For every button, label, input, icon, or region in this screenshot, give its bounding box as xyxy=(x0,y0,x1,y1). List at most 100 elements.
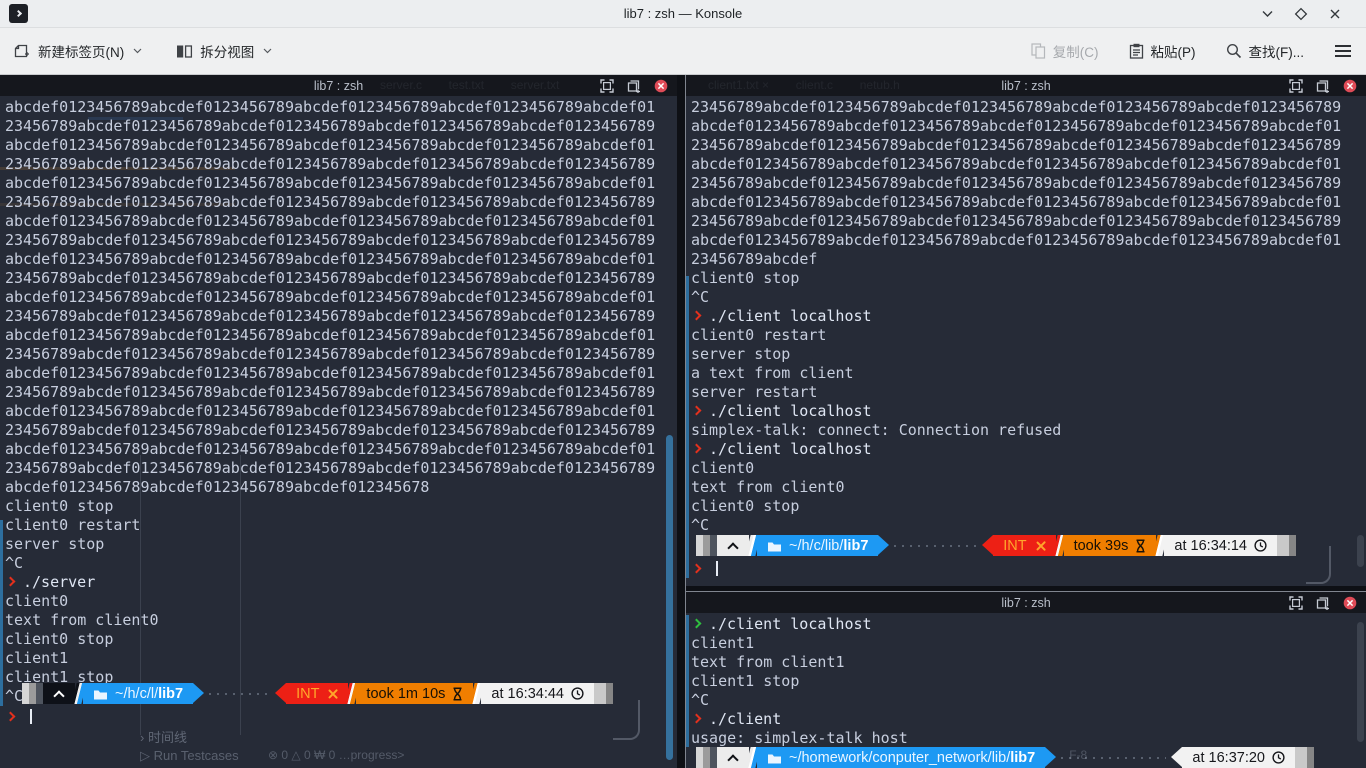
terminal-line: text from client0 xyxy=(691,478,1366,497)
text-cursor xyxy=(30,709,32,724)
copy-label: 复制(C) xyxy=(1053,41,1099,61)
prompt-time-segment: at 16:34:44 xyxy=(481,683,594,704)
terminal-line: abcdef0123456789abcdef0123456789abcdef01… xyxy=(5,288,677,307)
close-pane-icon[interactable] xyxy=(1343,79,1357,93)
detach-tab-icon[interactable] xyxy=(1316,79,1330,93)
right-column: client1.txt × client.c netub.h lib7 : zs… xyxy=(686,75,1366,768)
time-label: at 16:37:20 xyxy=(1192,750,1265,766)
terminal-pane-top-right[interactable]: client1.txt × client.c netub.h lib7 : zs… xyxy=(686,75,1366,586)
hourglass-icon xyxy=(1135,539,1146,553)
pane-title: lib7 : zsh xyxy=(314,79,363,93)
terminal-line: a text from client xyxy=(691,364,1366,383)
ide-ghost-run-testcases: ▷ Run Testcases xyxy=(140,748,239,764)
maximize-icon[interactable] xyxy=(1294,7,1308,21)
x-mark-icon xyxy=(328,689,338,699)
prompt-context-segment xyxy=(717,535,749,556)
prompt-duration-segment: took 1m 10s xyxy=(356,683,473,704)
terminal-line: ^C xyxy=(691,691,1366,710)
terminal-line: 23456789abcdef0123456789abcdef0123456789… xyxy=(5,421,677,440)
terminal-line: text from client0 xyxy=(5,611,677,630)
new-tab-button[interactable]: 新建标签页(N) xyxy=(14,41,142,61)
new-tab-icon xyxy=(14,43,31,60)
terminal-line: abcdef0123456789abcdef0123456789abcdef01… xyxy=(691,231,1366,250)
terminal-line: client0 stop xyxy=(691,497,1366,516)
prompt-chevron-icon xyxy=(692,564,702,574)
terminal-line: text from client1 xyxy=(691,653,1366,672)
prompt-chevron-icon xyxy=(692,406,702,416)
prompt-dotted-filler xyxy=(209,693,270,695)
menu-button[interactable] xyxy=(1334,44,1352,58)
paste-button[interactable]: 粘贴(P) xyxy=(1129,41,1196,61)
prompt-time-segment: at 16:34:14 xyxy=(1164,535,1277,556)
close-icon[interactable] xyxy=(1328,7,1342,21)
prompt-path-segment: ~/homework/conputer_network/lib/lib7 xyxy=(757,747,1045,768)
maximize-view-icon[interactable] xyxy=(1289,79,1303,93)
close-pane-icon[interactable] xyxy=(654,79,668,93)
split-view-icon xyxy=(176,44,193,59)
scrollbar-thumb[interactable] xyxy=(1357,622,1364,742)
ide-ghost-counters: ⊗ 0 △ 0 ₩ 0 …progress> xyxy=(268,748,404,762)
prompt-block xyxy=(703,535,710,556)
scrollbar-thumb[interactable] xyxy=(666,435,673,760)
ide-ghost-outline xyxy=(613,700,640,740)
prompt-path: ~/h/c/l/ xyxy=(115,686,158,702)
main-toolbar: 新建标签页(N) 拆分视图 复制(C) 粘贴(P) 查找(F)... xyxy=(0,28,1366,75)
caret-up-icon xyxy=(727,754,738,765)
terminal-pane-bottom-right[interactable]: lib7 : zsh ./client localhostclient1text… xyxy=(686,592,1366,768)
terminal-output: abcdef0123456789abcdef0123456789abcdef01… xyxy=(0,96,677,706)
prompt-input-line[interactable] xyxy=(686,560,718,579)
prompt-context-segment xyxy=(43,683,75,704)
terminal-line: ^C xyxy=(691,288,1366,307)
prompt-path-dir: lib7 xyxy=(158,686,183,702)
split-view-label: 拆分视图 xyxy=(200,41,254,61)
terminal-output: 23456789abcdef0123456789abcdef0123456789… xyxy=(686,96,1366,535)
terminal-line: ./client localhost xyxy=(691,307,1366,326)
terminal-line: abcdef0123456789abcdef0123456789abcdef01… xyxy=(691,155,1366,174)
terminal-line: 23456789abcdef0123456789abcdef0123456789… xyxy=(5,269,677,288)
maximize-view-icon[interactable] xyxy=(600,79,614,93)
close-pane-icon[interactable] xyxy=(1343,596,1357,610)
terminal-line: abcdef0123456789abcdef0123456789abcdef01… xyxy=(5,326,677,345)
find-button[interactable]: 查找(F)... xyxy=(1226,41,1305,61)
hamburger-menu-icon xyxy=(1334,44,1352,58)
minimize-icon[interactable] xyxy=(1260,7,1274,21)
prompt-bar: ~/h/c/l/lib7 INT took 1m 10s at 16:34:44 xyxy=(22,683,613,704)
detach-tab-icon[interactable] xyxy=(627,79,641,93)
prompt-bar: ~/h/c/lib/lib7 INT took 39s at 16:34:14 xyxy=(696,535,1296,556)
terminal-line: 23456789abcdef0123456789abcdef0123456789… xyxy=(691,98,1366,117)
prompt-block xyxy=(710,535,717,556)
terminal-line: client0 restart xyxy=(5,516,677,535)
terminal-line: 23456789abcdef0123456789abcdef0123456789… xyxy=(5,307,677,326)
terminal-line: abcdef0123456789abcdef0123456789abcdef01… xyxy=(5,250,677,269)
prompt-block xyxy=(710,747,717,768)
prompt-input-line[interactable] xyxy=(0,708,32,727)
terminal-line: server restart xyxy=(691,383,1366,402)
new-output-marker xyxy=(0,520,3,706)
split-view-button[interactable]: 拆分视图 xyxy=(176,41,272,61)
terminal-pane-left[interactable]: server.c test.txt server.txt lib7 : zsh … xyxy=(0,75,677,768)
clock-icon xyxy=(1272,751,1285,764)
terminal-line: ./server xyxy=(5,573,677,592)
copy-button: 复制(C) xyxy=(1031,41,1099,61)
terminal-line: 23456789abcdef0123456789abcdef0123456789… xyxy=(5,383,677,402)
terminal-output: ./client localhostclient1text from clien… xyxy=(686,613,1366,748)
pane-splitter-vertical[interactable] xyxy=(677,75,686,768)
chevron-down-icon xyxy=(133,48,142,54)
powerline-arrow-icon xyxy=(193,683,204,703)
powerline-arrow-icon xyxy=(275,683,286,703)
find-label: 查找(F)... xyxy=(1249,41,1305,61)
prompt-path-dir: lib7 xyxy=(843,538,868,554)
scrollbar-thumb[interactable] xyxy=(1357,535,1364,567)
ide-ghost-encoding: F-8 xyxy=(1069,748,1087,762)
terminal-line: abcdef0123456789abcdef0123456789abcdef01… xyxy=(5,174,677,193)
prompt-block xyxy=(696,747,703,768)
prompt-block xyxy=(594,683,606,704)
folder-icon xyxy=(93,688,108,700)
terminal-line: server stop xyxy=(691,345,1366,364)
ide-ghost-timeline: › 时间线 xyxy=(140,727,187,746)
detach-tab-icon[interactable] xyxy=(1316,596,1330,610)
terminal-line: ./client xyxy=(691,710,1366,729)
terminal-line: simplex-talk: connect: Connection refuse… xyxy=(691,421,1366,440)
terminal-line: client0 xyxy=(5,592,677,611)
maximize-view-icon[interactable] xyxy=(1289,596,1303,610)
